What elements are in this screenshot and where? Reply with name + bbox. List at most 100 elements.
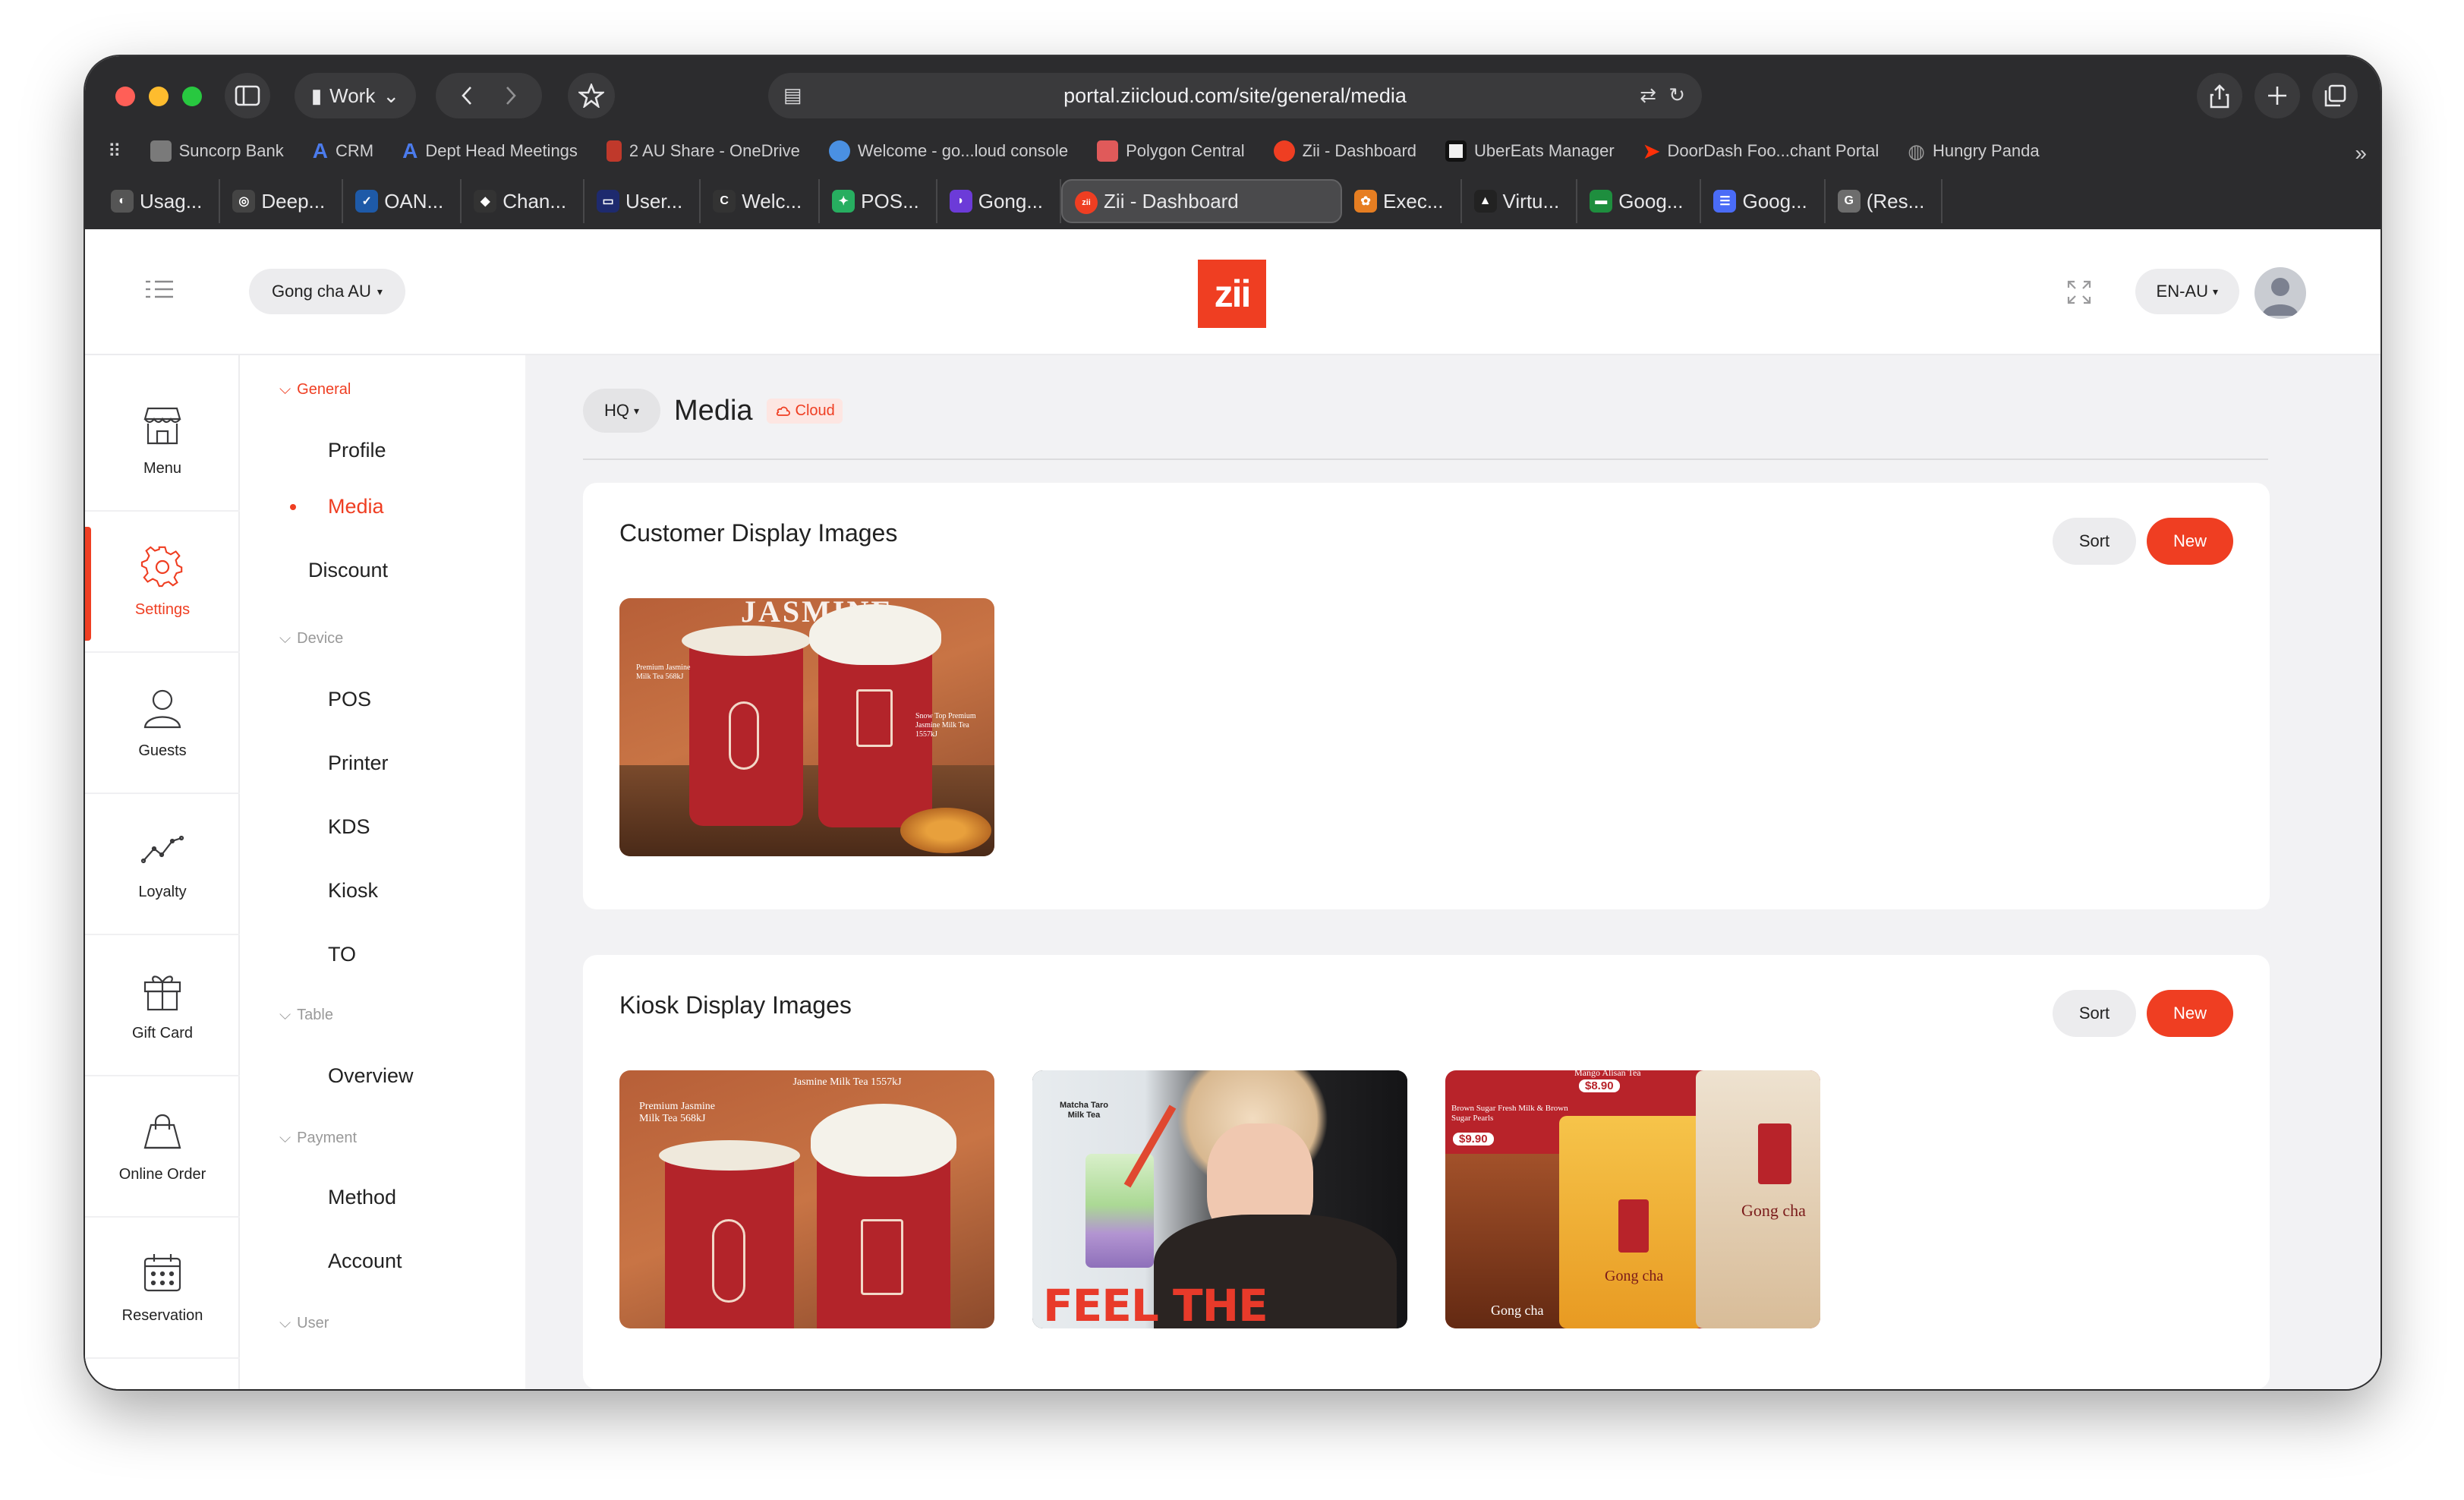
icon-navigation: Menu Settings Guests Loyalty Gift Card O…	[85, 355, 240, 1389]
subnav-group-general[interactable]: ⌵ General	[279, 381, 351, 399]
image-caption: Brown Sugar Fresh Milk & Brown Sugar Pea…	[1451, 1104, 1568, 1123]
nav-guests[interactable]: Guests	[85, 653, 240, 794]
bookmark-crm[interactable]: A CRM	[313, 139, 373, 163]
foam-left	[682, 626, 811, 656]
user-avatar[interactable]	[2254, 267, 2306, 319]
subnav-group-user[interactable]: ⌵ User	[279, 1315, 329, 1332]
cup-logo	[729, 701, 759, 770]
browser-tab[interactable]: ▬ Goog...	[1577, 179, 1702, 223]
nav-menu[interactable]: Menu	[85, 370, 240, 512]
tab-overview-button[interactable]	[2312, 73, 2358, 118]
org-selector[interactable]: Gong cha AU ▾	[249, 269, 405, 314]
address-bar[interactable]: ▤ portal.ziicloud.com/site/general/media…	[768, 73, 1702, 118]
share-button[interactable]	[2197, 73, 2242, 118]
subnav-overview[interactable]: Overview	[328, 1064, 414, 1088]
profile-icon: ▮	[310, 84, 323, 107]
back-icon[interactable]	[460, 84, 474, 107]
bookmark-ubereats[interactable]: UberEats Manager	[1445, 140, 1615, 162]
browser-window: ▮ Work ⌄ ▤ portal.ziicloud.com/site/gene…	[85, 56, 2381, 1389]
zoom-window-button[interactable]	[182, 87, 202, 106]
image-brand: Gong cha	[1491, 1303, 1544, 1318]
bookmark-onedrive[interactable]: 2 AU Share - OneDrive	[606, 140, 800, 162]
browser-tab[interactable]: ☰ Goog...	[1701, 179, 1826, 223]
new-button[interactable]: New	[2147, 990, 2233, 1037]
browser-tab[interactable]: ✿ Exec...	[1342, 179, 1462, 223]
profile-switcher[interactable]: ▮ Work ⌄	[295, 73, 416, 118]
browser-tab[interactable]: ▭ User...	[584, 179, 701, 223]
subnav-method[interactable]: Method	[328, 1186, 396, 1209]
bag-icon	[143, 1114, 181, 1149]
subnav-account[interactable]: Account	[328, 1249, 402, 1273]
kiosk-image-jasmine[interactable]: Premium Jasmine Milk Tea 568kJ Jasmine M…	[619, 1070, 994, 1328]
scope-selector[interactable]: HQ ▾	[583, 389, 661, 433]
browser-tab[interactable]: C Welc...	[701, 179, 821, 223]
subnav-pos[interactable]: POS	[328, 688, 371, 711]
new-tab-button[interactable]	[2254, 73, 2300, 118]
bookmark-star-button[interactable]	[568, 73, 615, 118]
bookmark-label: DoorDash Foo...chant Portal	[1667, 141, 1880, 160]
browser-tab[interactable]: G (Res...	[1826, 179, 1943, 223]
fullscreen-icon[interactable]	[2066, 279, 2092, 305]
settings-subnav: ⌵ General Profile Media Discount ⌵ Device …	[240, 355, 525, 1389]
kiosk-image-matcha[interactable]: Matcha Taro Milk Tea FEEL THE	[1032, 1070, 1407, 1328]
subnav-kds[interactable]: KDS	[328, 815, 370, 839]
sort-button[interactable]: Sort	[2053, 990, 2136, 1037]
subnav-group-device[interactable]: ⌵ Device	[279, 630, 343, 648]
subnav-media[interactable]: Media	[328, 495, 384, 518]
browser-tab[interactable]: ◆ Chan...	[462, 179, 585, 223]
customer-image-jasmine[interactable]: JASMINE Premium Jasmine Milk Tea 568kJ S…	[619, 598, 994, 856]
browser-tab[interactable]: ▲ Virtu...	[1462, 179, 1578, 223]
browser-tab[interactable]: ◗ Gong...	[937, 179, 1062, 223]
translate-icon[interactable]: ⇄	[1640, 84, 1656, 107]
nav-settings[interactable]: Settings	[85, 512, 240, 653]
header-divider	[583, 459, 2268, 460]
share-icon	[2210, 84, 2229, 109]
reload-icon[interactable]: ↻	[1668, 84, 1685, 107]
subnav-printer[interactable]: Printer	[328, 752, 389, 775]
nav-gift-card[interactable]: Gift Card	[85, 935, 240, 1076]
subnav-to[interactable]: TO	[328, 943, 356, 966]
close-window-button[interactable]	[115, 87, 135, 106]
browser-tab[interactable]: ◐ Usag...	[99, 179, 221, 223]
sidebar-toggle-button[interactable]	[225, 73, 270, 118]
language-selector[interactable]: EN-AU ▾	[2135, 269, 2239, 314]
bookmark-welcome[interactable]: Welcome - go...loud console	[828, 140, 1069, 162]
browser-tab[interactable]: zii Zii - Dashboard	[1061, 179, 1343, 223]
subnav-group-table[interactable]: ⌵ Table	[279, 1007, 333, 1024]
image-caption: Premium Jasmine Milk Tea 568kJ	[639, 1101, 715, 1124]
bookmark-hungry-panda[interactable]: ◍ Hungry Panda	[1908, 140, 2039, 163]
gear-icon	[140, 545, 183, 587]
minimize-window-button[interactable]	[149, 87, 169, 106]
bookmark-polygon[interactable]: Polygon Central	[1097, 140, 1245, 162]
bookmark-doordash[interactable]: ➤ DoorDash Foo...chant Portal	[1643, 140, 1880, 163]
kiosk-image-gongcha[interactable]: Brown Sugar Fresh Milk & Brown Sugar Pea…	[1445, 1070, 1820, 1328]
browser-tab[interactable]: ◎ Deep...	[220, 179, 344, 223]
subnav-kiosk[interactable]: Kiosk	[328, 879, 378, 903]
plus-icon	[2268, 87, 2286, 105]
bookmark-label: Welcome - go...loud console	[857, 141, 1069, 160]
bookmark-suncorp[interactable]: Suncorp Bank	[150, 140, 284, 162]
price-tag: $9.90	[1453, 1133, 1494, 1145]
subnav-group-payment[interactable]: ⌵ Payment	[279, 1130, 357, 1147]
browser-tab[interactable]: ✦ POS...	[820, 179, 937, 223]
nav-online-order[interactable]: Online Order	[85, 1076, 240, 1218]
more-bookmarks-icon[interactable]: »	[2355, 141, 2367, 165]
bookmark-dept-head[interactable]: A Dept Head Meetings	[402, 139, 578, 163]
cup-logo	[856, 689, 893, 747]
nav-loyalty[interactable]: Loyalty	[85, 794, 240, 935]
nav-label: Menu	[143, 459, 182, 477]
apps-grid-icon[interactable]: ⠿	[108, 140, 121, 162]
menu-collapse-icon[interactable]	[144, 278, 175, 301]
subnav-profile[interactable]: Profile	[328, 439, 386, 462]
cup-logo	[712, 1219, 745, 1303]
browser-tab[interactable]: ✓ OAN...	[343, 179, 462, 223]
subnav-discount[interactable]: Discount	[308, 559, 388, 582]
sort-button[interactable]: Sort	[2053, 518, 2136, 565]
forward-icon[interactable]	[504, 84, 518, 107]
bookmark-zii[interactable]: Zii - Dashboard	[1273, 140, 1416, 162]
cloud-icon	[776, 406, 790, 416]
nav-reservation[interactable]: Reservation	[85, 1218, 240, 1359]
caret-down-icon: ▾	[377, 285, 383, 298]
tab-favicon: ✓	[355, 190, 379, 213]
new-button[interactable]: New	[2147, 518, 2233, 565]
